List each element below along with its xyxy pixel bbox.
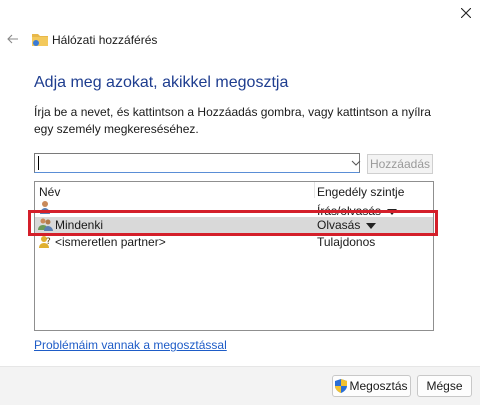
shield-icon [335, 379, 348, 393]
back-arrow-icon [7, 34, 18, 44]
close-button[interactable] [452, 0, 480, 26]
page-heading: Adja meg azokat, akikkel megosztja [34, 74, 289, 91]
column-header-permission[interactable]: Engedély szintje [317, 185, 404, 199]
name-combobox[interactable] [34, 153, 360, 173]
instructions-text: Írja be a nevet, és kattintson a Hozzáad… [34, 105, 431, 136]
column-header-name[interactable]: Név [39, 185, 60, 199]
row-name: <ismeretlen partner> [55, 235, 166, 249]
text-caret [38, 156, 39, 170]
name-input[interactable] [39, 155, 339, 171]
table-row[interactable]: ? <ismeretlen partner> Tulajdonos [35, 234, 433, 250]
add-button[interactable]: Hozzáadás [367, 154, 433, 174]
help-link[interactable]: Problémáim vannak a megosztással [34, 338, 227, 352]
cancel-button[interactable]: Mégse [417, 375, 472, 397]
highlight-box [28, 210, 438, 236]
column-divider [314, 182, 315, 198]
svg-text:?: ? [46, 237, 51, 247]
window-title: Hálózati hozzáférés [52, 33, 158, 47]
row-permission: Tulajdonos [317, 235, 376, 249]
close-icon [461, 8, 471, 18]
shared-folder-icon [32, 32, 48, 46]
chevron-down-icon[interactable] [350, 157, 362, 169]
share-label: Megosztás [349, 379, 408, 393]
share-button[interactable]: Megosztás [332, 375, 411, 397]
back-button[interactable] [4, 30, 22, 48]
share-list[interactable]: Név Engedély szintje Írás/olvasás Minden… [34, 181, 434, 331]
unknown-user-icon: ? [38, 234, 53, 249]
